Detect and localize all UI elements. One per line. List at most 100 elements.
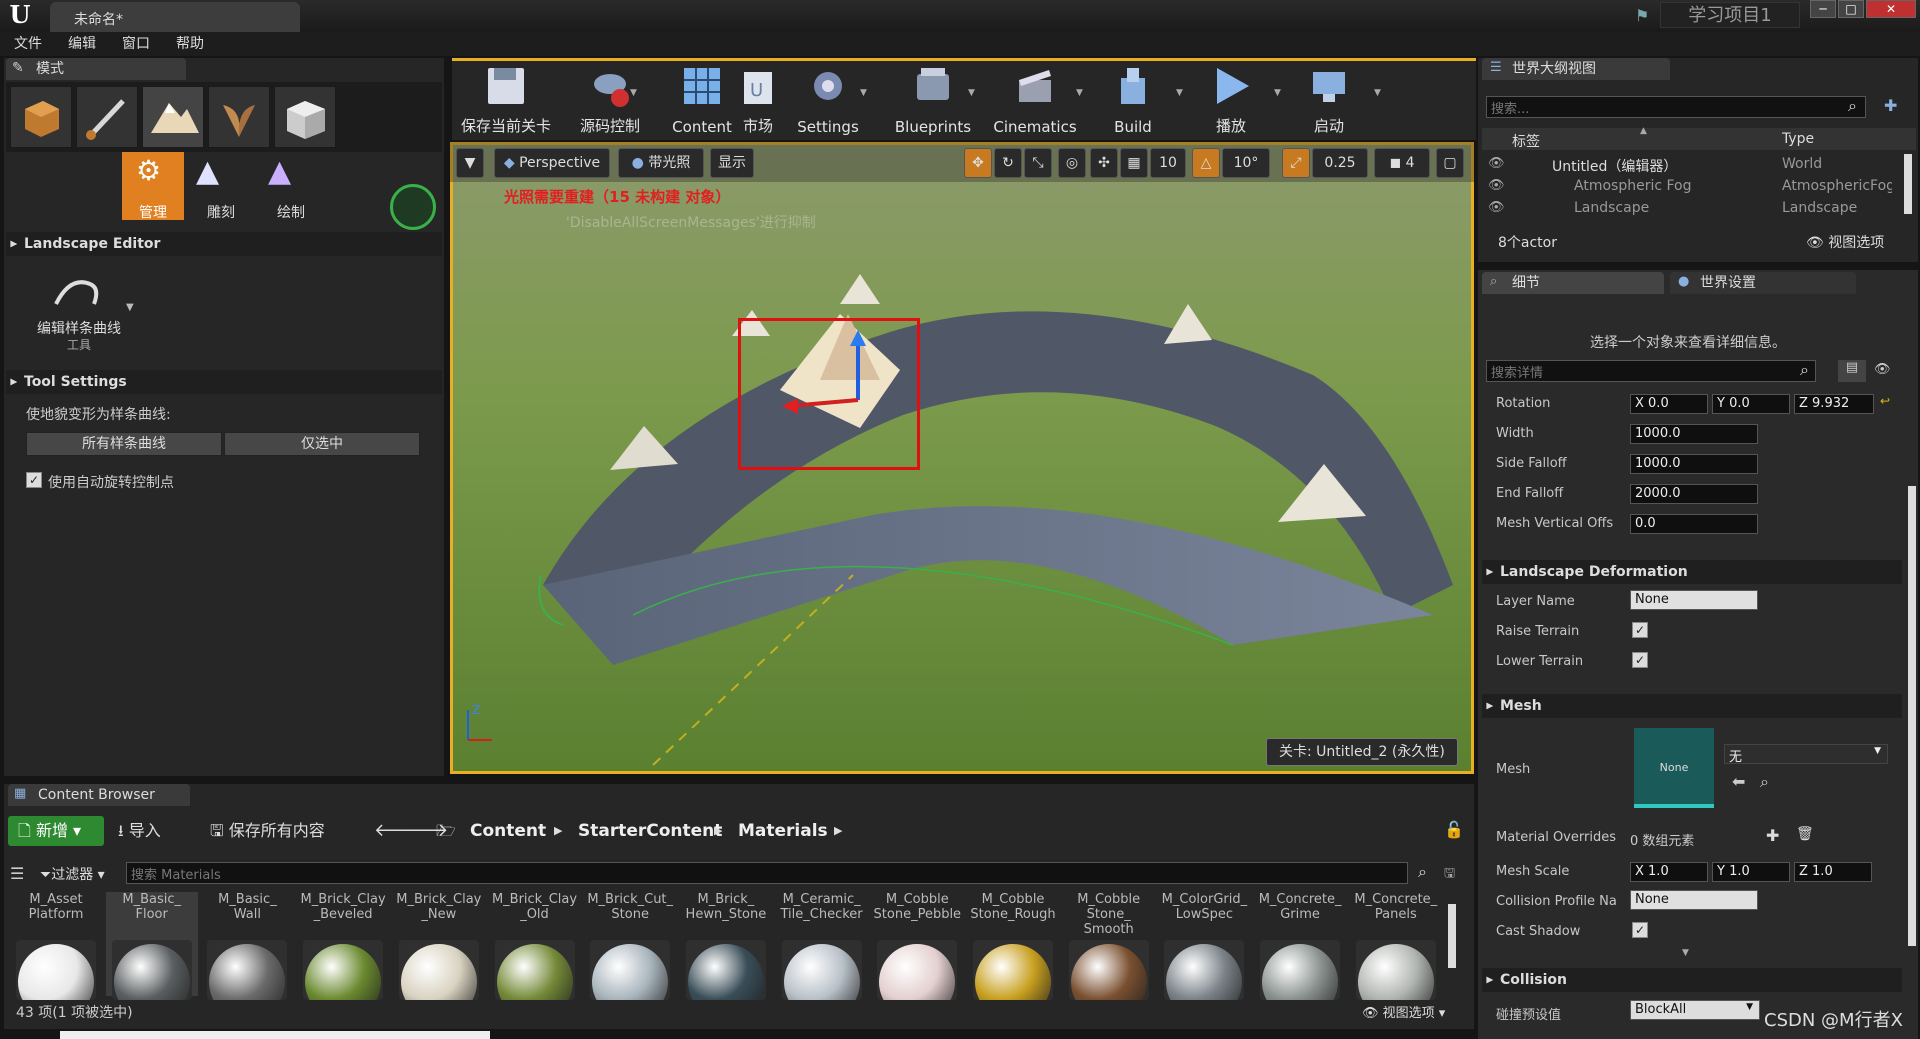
grid-view-icon[interactable]: ▤ — [1838, 360, 1866, 382]
collision-preset-dropdown[interactable]: BlockAll ▼ — [1630, 1000, 1760, 1020]
mesh-thumbnail[interactable]: None — [1634, 728, 1714, 808]
settings-dropdown-icon[interactable]: ▼ — [860, 88, 867, 98]
breadcrumb-materials[interactable]: Materials — [738, 816, 828, 846]
details-scrollbar[interactable] — [1908, 486, 1916, 946]
asset-tile[interactable]: M_Brick_Clay _Old — [489, 892, 581, 1000]
side-falloff-field[interactable]: 1000.0 — [1630, 454, 1758, 474]
asset-tile[interactable]: M_Ceramic_ Tile_Checker — [776, 892, 868, 1000]
sort-icon[interactable]: ▲ — [1640, 126, 1647, 136]
rotation-snap-value[interactable]: 10° — [1222, 148, 1270, 178]
content-button[interactable]: Content — [656, 60, 748, 138]
asset-tile[interactable]: M_Cobble Stone_ Smooth — [1063, 892, 1155, 1000]
details-search-input[interactable]: 搜索详情 — [1486, 360, 1816, 382]
foliage-mode-button[interactable] — [208, 86, 270, 148]
blueprints-dropdown-icon[interactable]: ▼ — [968, 88, 975, 98]
search-icon[interactable]: ⌕ — [1418, 862, 1427, 882]
outliner-row-landscape[interactable]: Landscape — [1574, 200, 1649, 216]
perspective-button[interactable]: ◆ Perspective — [494, 148, 610, 178]
end-falloff-field[interactable]: 2000.0 — [1630, 484, 1758, 504]
content-search-input[interactable]: 搜索 Materials — [126, 862, 1408, 884]
delete-icon[interactable]: 🗑 — [1796, 826, 1814, 842]
menu-edit[interactable]: 编辑 — [68, 32, 96, 56]
grid-size-value[interactable]: 10 — [1150, 148, 1186, 178]
outliner-view-options[interactable]: 👁 视图选项 — [1806, 232, 1884, 252]
lock-icon[interactable]: 🔓 — [1444, 820, 1464, 839]
spline-point[interactable] — [1272, 458, 1372, 538]
layer-name-field[interactable]: None — [1630, 590, 1758, 610]
landscape-deformation-header[interactable]: Landscape Deformation — [1482, 560, 1902, 584]
outliner-scrollbar[interactable] — [1904, 154, 1912, 214]
translate-tool-button[interactable]: ✥ — [964, 148, 992, 178]
eye-icon[interactable]: 👁 — [1488, 200, 1505, 215]
eye-icon[interactable]: 👁 — [1488, 156, 1505, 171]
reset-icon[interactable]: ↩ — [1880, 394, 1890, 408]
collision-section-header[interactable]: Collision — [1482, 968, 1902, 992]
mesh-picker-dropdown[interactable]: 无 ▼ — [1724, 744, 1888, 765]
cast-shadow-checkbox[interactable]: ✓ — [1632, 922, 1648, 938]
asset-tile[interactable]: M_Cobble Stone_Pebble — [871, 892, 963, 1000]
source-control-button[interactable]: 源码控制 — [560, 60, 660, 138]
scale-tool-button[interactable]: ⤡ — [1024, 148, 1052, 178]
selected-only-button[interactable]: 仅选中 — [224, 432, 420, 456]
menu-file[interactable]: 文件 — [14, 32, 42, 56]
use-selected-arrow-icon[interactable]: ⬅ — [1732, 772, 1745, 791]
rotation-z-field[interactable]: Z 9.932 — [1794, 394, 1874, 414]
content-scrollbar[interactable] — [1448, 904, 1456, 968]
document-tab[interactable]: 未命名* — [50, 2, 300, 32]
breadcrumb-startercontent[interactable]: StarterContent — [578, 816, 722, 846]
build-dropdown-icon[interactable]: ▼ — [1176, 88, 1183, 98]
rotation-x-field[interactable]: X 0.0 — [1630, 394, 1708, 414]
play-dropdown-icon[interactable]: ▼ — [1274, 88, 1281, 98]
content-browser-tab[interactable]: Content Browser — [8, 784, 190, 806]
width-field[interactable]: 1000.0 — [1630, 424, 1758, 444]
mesh-scale-x-field[interactable]: X 1.0 — [1630, 862, 1708, 882]
breadcrumb-separator-icon[interactable]: ▶ — [834, 816, 842, 846]
asset-tile[interactable]: M_Brick_Cut_ Stone — [584, 892, 676, 1000]
outliner-row-world[interactable]: Untitled（编辑器） — [1552, 156, 1677, 176]
outliner-search-input[interactable]: 搜索... — [1486, 96, 1866, 118]
landscape-editor-header[interactable]: Landscape Editor — [6, 232, 442, 256]
scale-snap-icon[interactable]: ⤢ — [1282, 148, 1310, 178]
outliner-tab[interactable]: 世界大纲视图 — [1482, 58, 1670, 80]
minimize-button[interactable]: ─ — [1810, 0, 1836, 18]
settings-button[interactable]: Settings — [790, 60, 866, 138]
rotation-y-field[interactable]: Y 0.0 — [1712, 394, 1790, 414]
save-all-button[interactable]: 🖫 保存所有内容 — [210, 816, 325, 846]
flag-icon[interactable]: ⚑ — [1635, 6, 1655, 26]
paint-icon[interactable]: ▲ — [268, 154, 291, 189]
source-control-dropdown-icon[interactable]: ▼ — [630, 88, 637, 98]
cinematics-button[interactable]: Cinematics — [988, 60, 1082, 138]
menu-help[interactable]: 帮助 — [176, 32, 204, 56]
rotation-snap-icon[interactable]: △ — [1192, 148, 1220, 178]
outliner-col-label[interactable]: 标签 — [1512, 131, 1540, 151]
import-button[interactable]: ⭳ 导入 — [118, 816, 161, 846]
asset-tile[interactable]: M_Cobble Stone_Rough — [967, 892, 1059, 1000]
sculpt-icon[interactable]: ▲ — [196, 154, 219, 189]
mesh-scale-z-field[interactable]: Z 1.0 — [1794, 862, 1872, 882]
marketplace-button[interactable]: U 市场 — [736, 60, 780, 138]
paint-mode-button[interactable] — [76, 86, 138, 148]
breadcrumb-separator-icon[interactable]: ▶ — [714, 816, 722, 846]
asset-tile[interactable]: M_Brick_Clay _Beveled — [297, 892, 389, 1000]
breadcrumb-separator-icon[interactable]: ▶ — [554, 816, 562, 846]
advanced-expand-icon[interactable]: ▼ — [1682, 948, 1689, 958]
scale-snap-value[interactable]: 0.25 — [1312, 148, 1368, 178]
dropdown-arrow-icon[interactable]: ▼ — [126, 302, 134, 313]
add-element-icon[interactable]: ✚ — [1766, 826, 1779, 845]
details-tab[interactable]: 细节 — [1482, 272, 1664, 294]
asset-tile[interactable]: M_Concrete_ Grime — [1254, 892, 1346, 1000]
filter-button[interactable]: ⏷过滤器 ▾ — [40, 864, 105, 884]
asset-tile[interactable]: M_Basic_ Floor — [105, 892, 198, 1000]
camera-speed-button[interactable]: ◼ 4 — [1374, 148, 1430, 178]
eye-icon[interactable]: 👁 — [1488, 178, 1505, 193]
launch-button[interactable]: 启动 — [1296, 60, 1362, 138]
launch-dropdown-icon[interactable]: ▼ — [1374, 88, 1381, 98]
landscape-mode-button[interactable] — [142, 86, 204, 148]
outliner-col-type[interactable]: Type — [1782, 131, 1814, 147]
blueprints-button[interactable]: Blueprints — [884, 60, 982, 138]
maximize-button[interactable]: □ — [1838, 0, 1864, 18]
add-new-button[interactable]: 🗋 新增 ▾ — [8, 816, 104, 846]
outliner-row-fog[interactable]: Atmospheric Fog — [1574, 178, 1692, 194]
geometry-mode-button[interactable] — [274, 86, 336, 148]
save-level-button[interactable]: 保存当前关卡 — [456, 60, 556, 138]
